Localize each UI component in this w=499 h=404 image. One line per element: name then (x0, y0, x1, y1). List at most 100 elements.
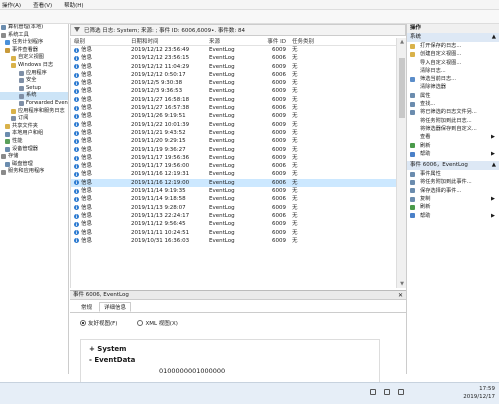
action-item[interactable]: 创建自定义视图... (407, 50, 499, 58)
tree-item[interactable]: 应用程序和服务日志 (0, 108, 68, 116)
action-item[interactable]: 将任务附加到此事件... (407, 178, 499, 186)
close-icon[interactable]: ✕ (398, 291, 403, 300)
action-item[interactable]: 清除日志... (407, 67, 499, 75)
radio-xml-view[interactable]: XML 视图(X) (137, 319, 178, 327)
action-item[interactable]: 帮助 ▶ (407, 212, 499, 220)
table-row[interactable]: i 信息 2019/12/12 23:56:49 EventLog 6009 无 (71, 46, 396, 54)
tree-item[interactable]: 系统 (0, 92, 68, 100)
tree-item[interactable]: 算机管理(本地) (0, 24, 68, 32)
tree-item[interactable]: 本地用户和组 (0, 130, 68, 138)
menu-item[interactable]: 操作(A) (2, 1, 21, 9)
action-item[interactable]: 查找... (407, 100, 499, 108)
radio-off-icon (137, 320, 144, 326)
action-icon (410, 134, 415, 140)
menu-item[interactable]: 查看(V) (33, 1, 52, 9)
col-date[interactable]: 日期和时间 (131, 38, 209, 45)
action-item[interactable]: 查看 ▶ (407, 133, 499, 141)
action-item[interactable]: 将任务附加到此日志... (407, 117, 499, 125)
table-row[interactable]: i 信息 2019/11/20 9:29:15 EventLog 6009 无 (71, 137, 396, 145)
table-row[interactable]: i 信息 2019/11/16 12:19:31 EventLog 6009 无 (71, 170, 396, 178)
table-row[interactable]: i 信息 2019/11/14 9:18:58 EventLog 6006 无 (71, 195, 396, 203)
action-item[interactable]: 打开保存的日志... (407, 42, 499, 50)
table-row[interactable]: i 信息 2019/12/5 9:30:38 EventLog 6009 无 (71, 79, 396, 87)
table-row[interactable]: i 信息 2019/11/21 9:43:52 EventLog 6009 无 (71, 129, 396, 137)
table-row[interactable]: i 信息 2019/11/12 9:56:45 EventLog 6009 无 (71, 220, 396, 228)
action-item[interactable]: 将筛选器保存到自定义... (407, 125, 499, 133)
table-row[interactable]: i 信息 2019/12/12 0:50:17 EventLog 6006 无 (71, 71, 396, 79)
table-row[interactable]: i 信息 2019/11/13 22:24:17 EventLog 6006 无 (71, 212, 396, 220)
network-icon[interactable] (370, 389, 376, 395)
action-item[interactable]: 帮助 ▶ (407, 150, 499, 158)
actions-section-event[interactable]: 事件 6006，EventLog ▲ (407, 161, 499, 171)
tree-item[interactable]: 任务计划程序 (0, 39, 68, 47)
tab-general[interactable]: 常规 (76, 302, 97, 312)
action-item[interactable]: 复制 ▶ (407, 195, 499, 203)
cell-category: 无 (292, 138, 298, 145)
system-node[interactable]: + System (89, 344, 371, 355)
cell-level: i 信息 (71, 154, 131, 162)
cell-event-id: 6009 (272, 121, 286, 128)
cell-level-text: 信息 (81, 204, 93, 211)
tree-node-icon (5, 48, 10, 54)
tree-item[interactable]: 存储 (0, 153, 68, 161)
tree-item[interactable]: 性能 (0, 138, 68, 146)
filter-icon (74, 27, 80, 33)
tree-item[interactable]: 设备管理器 (0, 146, 68, 154)
col-category[interactable]: 任务类别 (289, 38, 349, 45)
tree-item[interactable]: 自定义视图 (0, 54, 68, 62)
action-item[interactable]: 刷新 (407, 142, 499, 150)
table-row[interactable]: i 信息 2019/11/19 9:36:27 EventLog 6009 无 (71, 146, 396, 154)
action-item[interactable]: 保存选择的事件... (407, 187, 499, 195)
tree-item[interactable]: 服务和应用程序 (0, 168, 68, 176)
table-row[interactable]: i 信息 2019/12/12 23:56:15 EventLog 6006 无 (71, 54, 396, 62)
grid-scrollbar[interactable]: ▲ ▼ (396, 38, 406, 288)
eventdata-node[interactable]: - EventData (89, 355, 371, 366)
tab-details[interactable]: 详细信息 (99, 302, 132, 312)
tree-item-label: Windows 日志 (18, 61, 54, 68)
action-item[interactable]: 导入自定义视图... (407, 59, 499, 67)
tree-item[interactable]: Windows 日志 (0, 62, 68, 70)
actions-list-event: 事件属性 将任务附加到此事件... 保存选择的事件... 复制 ▶ 刷新 帮助 ▶ (407, 170, 499, 220)
table-row[interactable]: i 信息 2019/12/12 11:04:29 EventLog 6009 无 (71, 63, 396, 71)
table-row[interactable]: i 信息 2019/11/17 19:56:36 EventLog 6009 无 (71, 154, 396, 162)
table-row[interactable]: i 信息 2019/11/16 12:19:00 EventLog 6006 无 (71, 178, 396, 188)
clock[interactable]: 17:59 2019/12/17 (463, 385, 495, 401)
col-id[interactable]: 事件 ID (265, 38, 289, 45)
action-item[interactable]: 事件属性 (407, 170, 499, 178)
radio-friendly-view[interactable]: 友好视图(F) (80, 319, 117, 327)
col-level[interactable]: 级别 (71, 38, 131, 45)
table-row[interactable]: i 信息 2019/12/3 9:36:53 EventLog 6009 无 (71, 87, 396, 95)
action-item[interactable]: 筛选当前日志... (407, 75, 499, 83)
table-row[interactable]: i 信息 2019/11/27 16:57:38 EventLog 6006 无 (71, 104, 396, 112)
tree-item[interactable]: 安全 (0, 77, 68, 85)
cell-event-id: 6009 (272, 138, 286, 145)
scroll-thumb[interactable] (399, 58, 405, 118)
collapse-icon[interactable]: ▲ (492, 161, 496, 170)
table-row[interactable]: i 信息 2019/11/22 10:01:39 EventLog 6009 无 (71, 121, 396, 129)
ime-icon[interactable] (398, 389, 404, 395)
table-row[interactable]: i 信息 2019/11/27 16:58:18 EventLog 6009 无 (71, 96, 396, 104)
cell-source: EventLog (209, 221, 235, 228)
tree-node-icon (11, 108, 16, 114)
table-row[interactable]: i 信息 2019/11/13 9:28:07 EventLog 6009 无 (71, 204, 396, 212)
action-item[interactable]: 清除筛选器 (407, 83, 499, 91)
table-row[interactable]: i 信息 2019/11/26 9:19:51 EventLog 6009 无 (71, 112, 396, 120)
menu-item[interactable]: 帮助(H) (64, 1, 83, 9)
table-row[interactable]: i 信息 2019/10/31 16:36:03 EventLog 6009 无 (71, 237, 396, 245)
collapse-icon[interactable]: ▲ (492, 33, 496, 42)
table-row[interactable]: i 信息 2019/11/14 9:19:35 EventLog 6009 无 (71, 187, 396, 195)
action-icon (410, 143, 415, 149)
actions-section-log[interactable]: 系统 ▲ (407, 33, 499, 42)
col-source[interactable]: 来源 (209, 38, 265, 45)
action-item[interactable]: 将已筛选的日志文件另... (407, 108, 499, 116)
action-item[interactable]: 刷新 (407, 203, 499, 211)
cell-event-id: 6006 (272, 212, 286, 219)
tree-item[interactable]: 订阅 (0, 115, 68, 123)
tree-item[interactable]: Forwarded Even (0, 100, 68, 108)
table-row[interactable]: i 信息 2019/11/11 10:24:51 EventLog 6009 无 (71, 229, 396, 237)
action-item[interactable]: 属性 (407, 92, 499, 100)
table-row[interactable]: i 信息 2019/11/17 19:56:00 EventLog 6006 无 (71, 162, 396, 170)
cell-level: i 信息 (71, 137, 131, 145)
volume-icon[interactable] (384, 389, 390, 395)
cell-source: EventLog (209, 88, 235, 95)
